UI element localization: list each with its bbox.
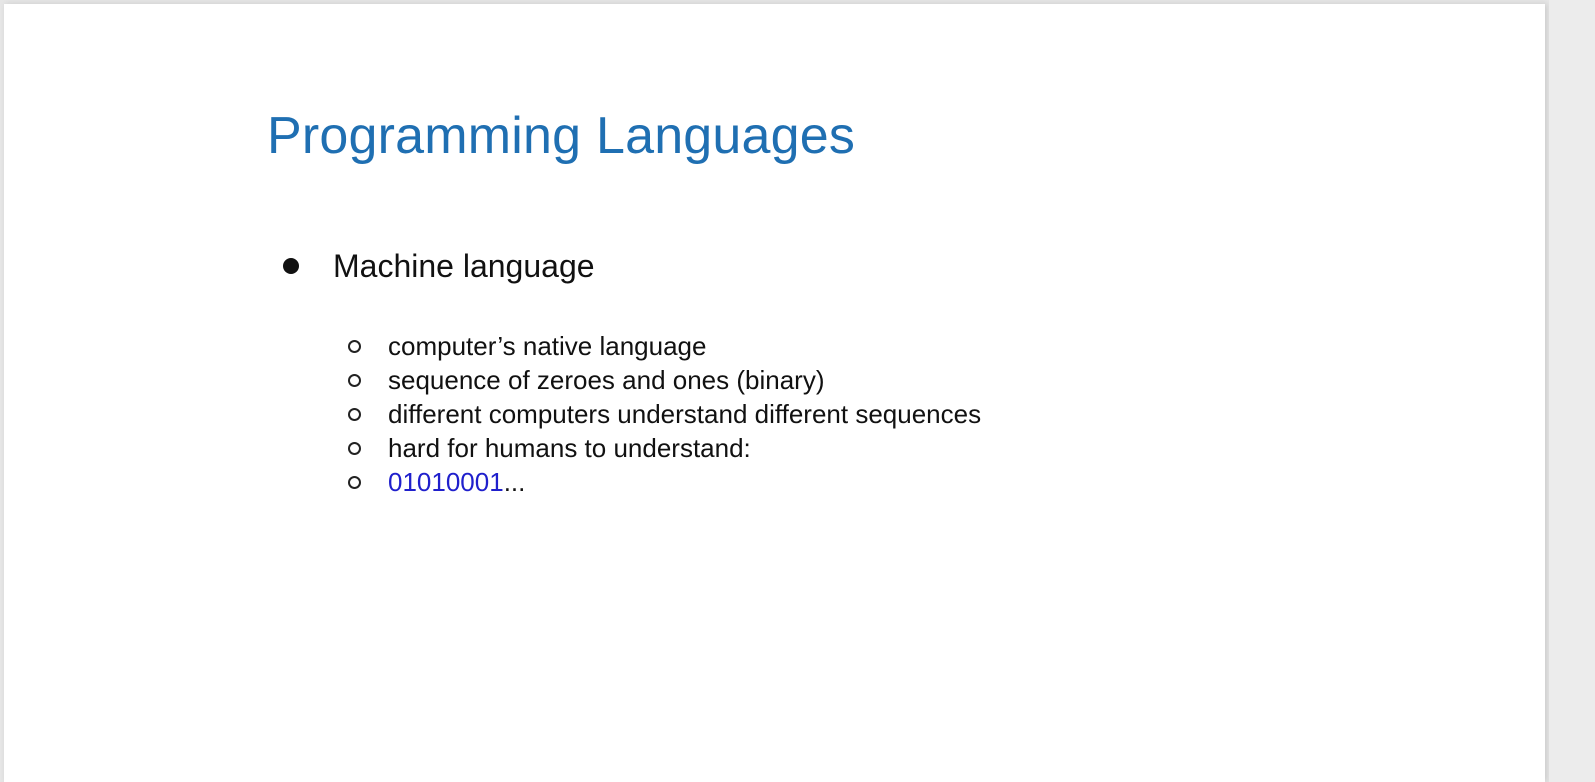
right-gutter: [1549, 0, 1595, 782]
binary-ellipsis: ...: [503, 467, 526, 497]
main-bullet: Machine language: [283, 246, 595, 286]
sub-bullet-text: hard for humans to understand:: [388, 433, 751, 463]
sub-bullet-text: different computers understand different…: [388, 399, 982, 429]
hollow-bullet-icon: [348, 407, 361, 421]
sub-bullet-text: sequence of zeroes and ones (binary): [388, 365, 825, 395]
hollow-bullet-icon: [348, 475, 361, 489]
sub-bullet-item: computer’s native language: [348, 329, 981, 363]
hollow-bullet-icon: [348, 441, 361, 455]
hollow-bullet-icon: [348, 373, 361, 387]
main-bullet-text: Machine language: [333, 248, 595, 284]
slide-title: Programming Languages: [267, 107, 856, 165]
sub-bullet-item: hard for humans to understand:: [348, 431, 981, 465]
hollow-bullet-icon: [348, 339, 361, 353]
sub-bullet-list: computer’s native language sequence of z…: [348, 329, 981, 499]
slide: Programming Languages Machine language c…: [4, 4, 1545, 782]
sub-bullet-item: different computers understand different…: [348, 397, 981, 431]
bullet-dot-icon: [283, 258, 299, 274]
sub-bullet-item: 01010001...: [348, 465, 981, 499]
binary-code: 01010001: [388, 467, 504, 497]
sub-bullet-text: computer’s native language: [388, 331, 707, 361]
screen: Programming Languages Machine language c…: [0, 0, 1595, 782]
sub-bullet-item: sequence of zeroes and ones (binary): [348, 363, 981, 397]
binary-example: 01010001...: [388, 465, 525, 499]
